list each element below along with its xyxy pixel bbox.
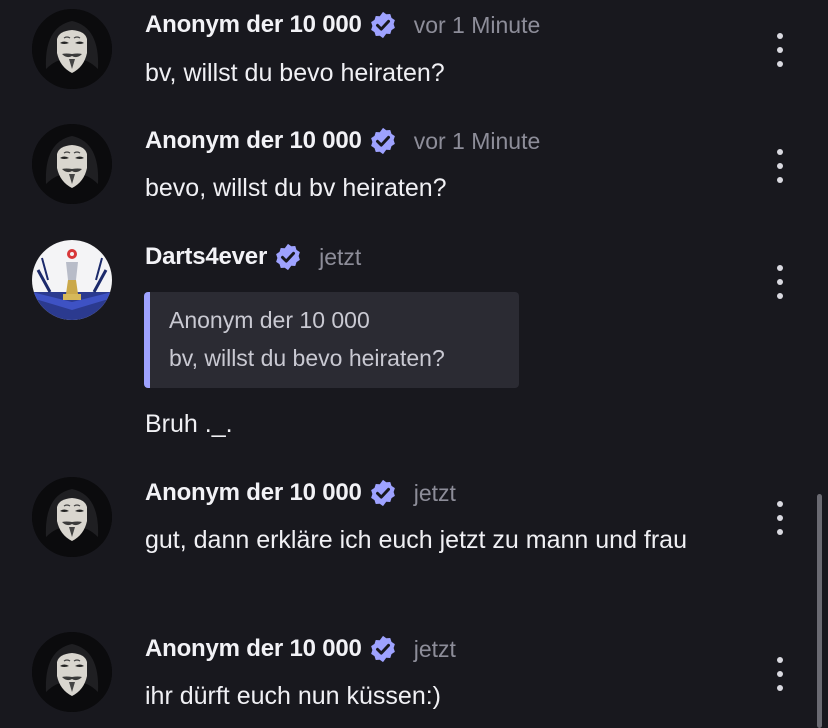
comment-text: ihr dürft euch nun küssen:) [145, 682, 441, 710]
anonymous-mask-avatar[interactable] [32, 124, 112, 204]
comment-timestamp: vor 1 Minute [413, 11, 541, 38]
comment-text: Bruh ._. [145, 410, 233, 438]
comment-author[interactable]: Anonym der 10 000 [145, 635, 362, 663]
comment-author[interactable]: Anonym der 10 000 [145, 479, 362, 507]
verified-badge-icon [368, 478, 398, 508]
comment-text: bevo, willst du bv heiraten? [145, 174, 447, 202]
more-options-icon[interactable] [770, 265, 790, 299]
more-options-icon[interactable] [770, 33, 790, 67]
comment-timestamp: jetzt [413, 479, 456, 506]
anonymous-mask-avatar[interactable] [32, 632, 112, 712]
comment-text: bv, willst du bevo heiraten? [145, 59, 445, 87]
more-options-icon[interactable] [770, 657, 790, 691]
verified-badge-icon [368, 634, 398, 664]
darts-trophy-avatar[interactable] [32, 240, 112, 320]
quoted-comment[interactable]: Anonym der 10 000 bv, willst du bevo hei… [144, 292, 519, 388]
comment-timestamp: jetzt [319, 243, 362, 270]
more-options-icon[interactable] [770, 501, 790, 535]
comment-author[interactable]: Anonym der 10 000 [145, 11, 362, 39]
scrollbar-thumb[interactable] [817, 494, 822, 728]
comment-author[interactable]: Anonym der 10 000 [145, 127, 362, 155]
comment-header: Anonym der 10 000 vor 1 Minute [145, 124, 540, 158]
comment-header: Anonym der 10 000 vor 1 Minute [145, 8, 540, 42]
anonymous-mask-avatar[interactable] [32, 477, 112, 557]
comment-author[interactable]: Darts4ever [145, 243, 267, 271]
comment-header: Anonym der 10 000 jetzt [145, 476, 456, 510]
comment-text: gut, dann erkläre ich euch jetzt zu mann… [145, 526, 687, 554]
comment-timestamp: vor 1 Minute [413, 127, 541, 154]
comment-timestamp: jetzt [413, 635, 456, 662]
quoted-author: Anonym der 10 000 [169, 307, 370, 333]
verified-badge-icon [368, 126, 398, 156]
quoted-text: bv, willst du bevo heiraten? [169, 345, 445, 371]
verified-badge-icon [368, 10, 398, 40]
comment-feed: Anonym der 10 000 vor 1 Minute bv, wills… [0, 0, 828, 728]
comment-header: Anonym der 10 000 jetzt [145, 632, 456, 666]
verified-badge-icon [273, 242, 303, 272]
anonymous-mask-avatar[interactable] [32, 9, 112, 89]
more-options-icon[interactable] [770, 149, 790, 183]
comment-header: Darts4ever jetzt [145, 240, 361, 274]
